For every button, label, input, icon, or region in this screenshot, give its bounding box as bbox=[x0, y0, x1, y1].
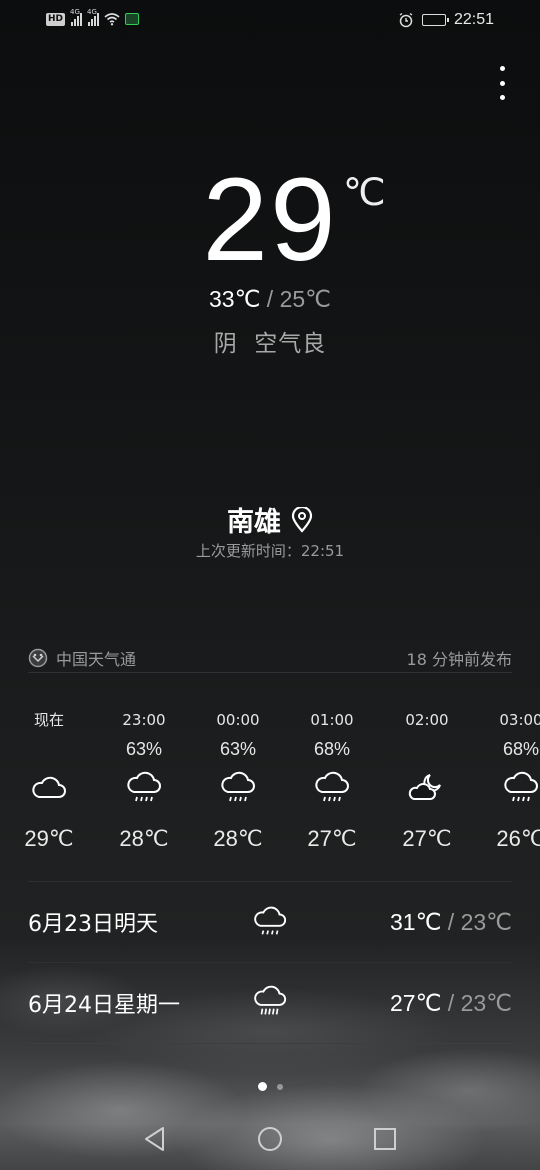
recents-button[interactable] bbox=[370, 1124, 400, 1154]
temperature-unit: ℃ bbox=[343, 172, 386, 214]
hourly-forecast[interactable]: 现在 29℃ 23:00 63% 28℃ 00:00 63% 28℃ 01:00… bbox=[0, 700, 540, 870]
location[interactable]: 南雄 bbox=[0, 500, 540, 539]
wifi-icon bbox=[104, 13, 120, 26]
hour-time: 01:00 bbox=[310, 711, 354, 729]
day-low: 23℃ bbox=[460, 989, 512, 1016]
hour-time: 00:00 bbox=[216, 711, 260, 729]
more-options-icon[interactable] bbox=[498, 66, 506, 100]
hour-temp: 27℃ bbox=[307, 826, 357, 851]
alarm-icon bbox=[399, 12, 413, 28]
hourly-item: 23:00 63% 28℃ bbox=[99, 700, 189, 852]
day-temperature: 27℃ / 23℃ bbox=[390, 990, 512, 1017]
hour-time: 02:00 bbox=[405, 711, 449, 729]
hd-icon: HD bbox=[46, 12, 66, 26]
battery-icon bbox=[421, 14, 449, 26]
home-icon bbox=[258, 1127, 282, 1151]
hour-temp: 26℃ bbox=[496, 826, 540, 851]
hour-temp: 28℃ bbox=[213, 826, 263, 851]
green-app-icon bbox=[125, 13, 140, 25]
day-label: 6月24日星期一 bbox=[28, 993, 180, 1018]
network-tag: 4G bbox=[87, 8, 97, 16]
hour-temp: 28℃ bbox=[119, 826, 169, 851]
daily-forecast: 6月23日明天 31℃ / 23℃ 6月24日星期一 27℃ / 23℃ bbox=[28, 881, 512, 1044]
today-high: 33℃ bbox=[208, 286, 261, 312]
back-icon bbox=[145, 1127, 164, 1151]
status-right: 22:51 bbox=[398, 11, 494, 29]
data-source-row: 中国天气通 18 分钟前发布 bbox=[28, 644, 512, 673]
page-dot-active[interactable] bbox=[257, 1082, 267, 1091]
back-button[interactable] bbox=[140, 1124, 170, 1154]
last-updated: 上次更新时间：22:51 bbox=[195, 542, 345, 560]
rain-cloud-icon bbox=[254, 906, 287, 935]
day-temperature: 31℃ / 23℃ bbox=[390, 909, 512, 936]
hour-time: 现在 bbox=[33, 711, 64, 729]
daily-row[interactable]: 6月23日明天 31℃ / 23℃ bbox=[28, 881, 512, 962]
temp-separator: / bbox=[441, 908, 461, 935]
hour-temp: 27℃ bbox=[402, 826, 452, 851]
daily-row[interactable]: 6月24日星期一 27℃ / 23℃ bbox=[28, 962, 512, 1044]
hour-precip: 63% bbox=[125, 739, 163, 759]
day-label: 6月23日明天 bbox=[28, 912, 158, 937]
signal-icon: 4G bbox=[70, 8, 83, 26]
status-bar: HD 4G 4G 22:51 bbox=[0, 0, 540, 42]
city-name[interactable]: 南雄 bbox=[227, 500, 281, 539]
heavy-rain-cloud-icon bbox=[254, 985, 287, 1015]
rain-cloud-icon bbox=[504, 771, 538, 802]
network-tag: 4G bbox=[70, 8, 80, 16]
hourly-item: 00:00 63% 28℃ bbox=[193, 700, 283, 852]
signal-icon: 4G bbox=[87, 8, 100, 26]
navigation-bar bbox=[0, 1108, 540, 1170]
recents-icon bbox=[374, 1128, 396, 1150]
clock: 22:51 bbox=[453, 11, 494, 28]
hour-precip: 68% bbox=[502, 739, 540, 759]
hour-precip: 63% bbox=[219, 739, 257, 759]
hour-time: 03:00 bbox=[499, 711, 540, 729]
source-info: 中国天气通 bbox=[28, 646, 136, 670]
weather-provider-logo-icon bbox=[28, 648, 48, 668]
hour-precip: 68% bbox=[313, 739, 351, 759]
hourly-item: 01:00 68% 27℃ bbox=[287, 700, 377, 852]
hourly-item: 现在 29℃ bbox=[4, 700, 94, 852]
temp-separator: / bbox=[441, 989, 461, 1016]
hourly-item: 03:00 68% 26℃ bbox=[476, 700, 540, 852]
hourly-item: 02:00 27℃ bbox=[382, 700, 472, 852]
today-low: 25℃ bbox=[279, 286, 331, 312]
rain-cloud-icon bbox=[315, 771, 349, 802]
cloud-icon bbox=[32, 776, 66, 798]
status-left: HD 4G 4G bbox=[46, 8, 140, 26]
weather-condition: 阴 空气良 bbox=[213, 331, 327, 357]
hour-temp: 29℃ bbox=[24, 826, 74, 851]
page-indicator bbox=[0, 1082, 540, 1091]
cloudy-night-icon bbox=[408, 774, 441, 800]
day-high: 31℃ bbox=[389, 908, 442, 935]
location-pin-icon[interactable] bbox=[291, 506, 313, 533]
day-low: 23℃ bbox=[460, 908, 512, 935]
hour-time: 23:00 bbox=[122, 711, 166, 729]
source-name: 中国天气通 bbox=[56, 650, 137, 669]
home-button[interactable] bbox=[255, 1124, 285, 1154]
high-low-temperature: 33℃ / 25℃ bbox=[0, 286, 540, 313]
published-time: 18 分钟前发布 bbox=[406, 650, 512, 669]
current-temperature-block: 29 bbox=[0, 160, 540, 280]
day-high: 27℃ bbox=[389, 989, 442, 1016]
rain-cloud-icon bbox=[221, 771, 255, 802]
temp-separator: / bbox=[260, 286, 280, 312]
page-dot[interactable] bbox=[276, 1083, 283, 1090]
rain-cloud-icon bbox=[127, 771, 161, 802]
current-temperature: 29 bbox=[202, 154, 338, 286]
